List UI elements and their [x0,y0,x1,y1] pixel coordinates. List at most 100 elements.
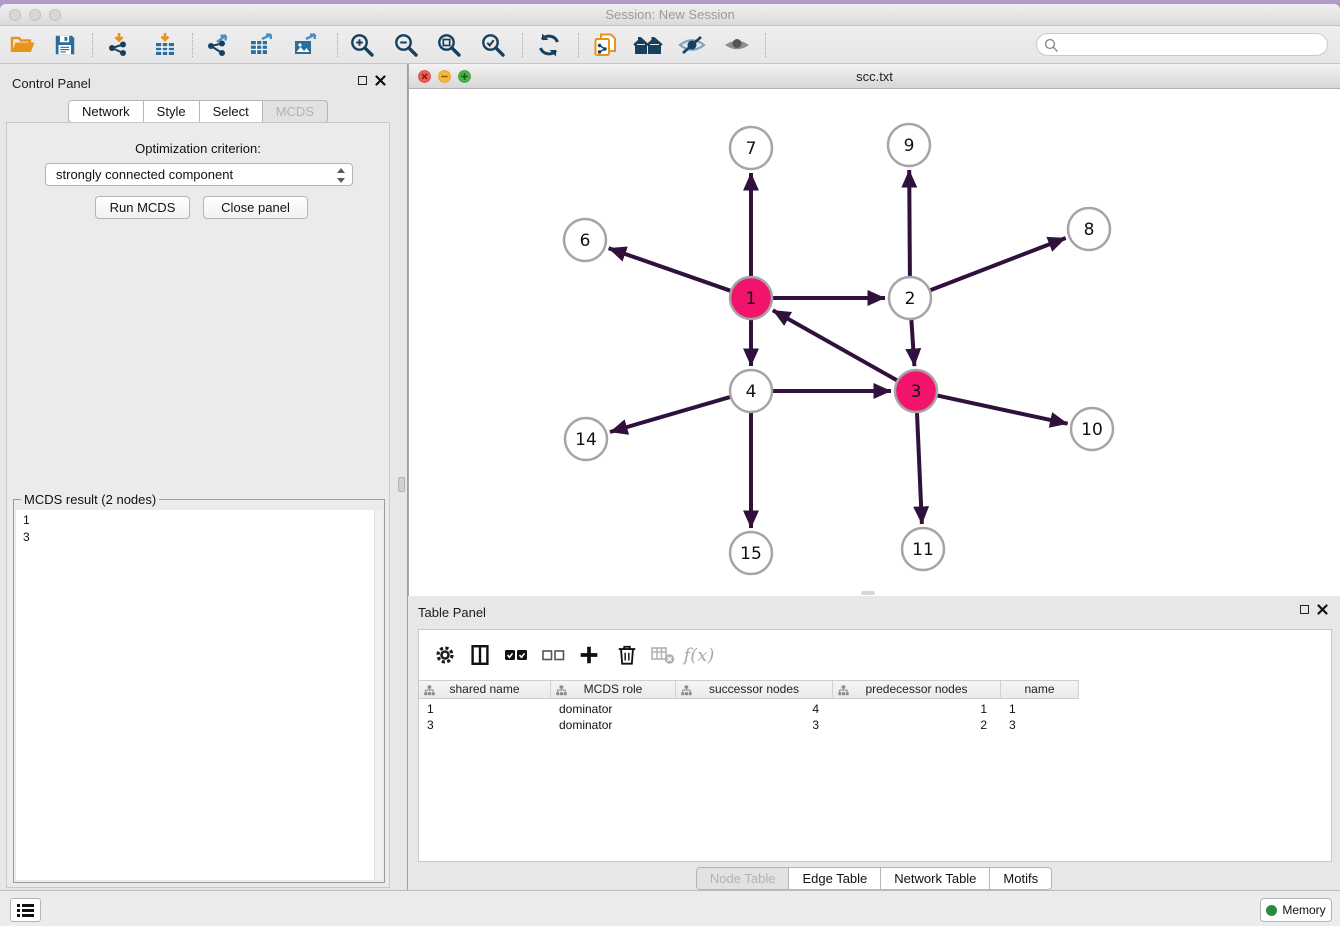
result-scrollbar[interactable] [374,510,382,880]
zoom-out-icon[interactable] [391,31,421,59]
graph-edge-2-8[interactable] [931,238,1066,290]
deselect-all-rows-icon[interactable] [537,639,569,671]
float-panel-icon[interactable] [358,76,367,85]
panel-divider[interactable] [396,64,408,894]
home-layout-icon[interactable] [633,31,663,59]
export-table-icon[interactable] [246,31,276,59]
close-table-panel-icon[interactable] [1317,604,1328,615]
run-mcds-button[interactable]: Run MCDS [95,196,190,219]
optimization-criterion-label: Optimization criterion: [7,141,389,156]
import-table-icon[interactable] [150,31,180,59]
function-builder-icon[interactable]: f(x) [683,639,715,671]
close-panel-icon[interactable] [375,75,386,86]
divider-grip[interactable] [398,477,405,492]
canvas-grip[interactable] [861,591,875,595]
cell-name[interactable]: 1 [1001,701,1079,717]
graph-node-label-9: 9 [904,136,915,156]
memory-status-icon [1266,905,1277,916]
table-row[interactable]: 1 dominator 4 1 1 [419,701,1079,717]
clone-network-icon[interactable] [590,31,620,59]
column-header-mcds-role[interactable]: MCDS role [551,681,676,698]
column-header-predecessor-nodes[interactable]: predecessor nodes [833,681,1001,698]
delete-table-icon[interactable] [647,639,679,671]
zoom-fit-icon[interactable] [434,31,464,59]
tab-edge-table[interactable]: Edge Table [789,867,881,890]
graph-edge-4-14[interactable] [610,397,730,432]
hide-selected-icon[interactable] [677,31,707,59]
search-input[interactable] [1063,35,1318,54]
tab-select[interactable]: Select [200,100,263,123]
zoom-selected-icon[interactable] [478,31,508,59]
export-network-icon[interactable] [203,31,233,59]
save-session-icon[interactable] [50,31,80,59]
cell-mcds-role[interactable]: dominator [551,701,676,717]
cell-shared-name[interactable]: 1 [419,701,551,717]
export-image-icon[interactable] [290,31,320,59]
graph-edge-2-3[interactable] [911,320,914,366]
search-icon [1044,38,1059,53]
table-settings-icon[interactable] [429,639,461,671]
select-chevrons-icon [334,167,348,190]
graph-edge-3-11[interactable] [917,413,922,524]
flag-column-icon [838,685,849,696]
zoom-in-icon[interactable] [347,31,377,59]
column-label: MCDS role [584,682,643,696]
tab-style[interactable]: Style [144,100,200,123]
flag-column-icon [424,685,435,696]
node-table-container: f(x) shared name MCDS role successor nod… [418,629,1332,862]
search-box [1036,33,1328,56]
table-panel-tabs: Node Table Edge Table Network Table Moti… [408,867,1340,890]
graph-edge-1-6[interactable] [609,248,731,291]
fx-label: f(x) [684,645,715,666]
tab-motifs[interactable]: Motifs [990,867,1052,890]
criterion-value: strongly connected component [56,167,233,182]
tab-node-table[interactable]: Node Table [696,867,790,890]
float-table-panel-icon[interactable] [1300,605,1309,614]
window-titlebar: Session: New Session [0,4,1340,26]
column-visibility-icon[interactable] [464,639,496,671]
tab-mcds[interactable]: MCDS [263,100,328,123]
close-panel-button[interactable]: Close panel [203,196,308,219]
graph-node-label-7: 7 [746,139,757,159]
cell-successor-nodes[interactable]: 4 [676,701,833,717]
cell-successor-nodes[interactable]: 3 [676,717,833,733]
result-line: 3 [23,529,382,546]
table-row[interactable]: 3 dominator 3 2 3 [419,717,1079,733]
list-icon [16,903,35,918]
window-title: Session: New Session [0,7,1340,22]
cell-shared-name[interactable]: 3 [419,717,551,733]
cell-predecessor-nodes[interactable]: 1 [833,701,1001,717]
import-network-icon[interactable] [104,31,134,59]
tab-network-table[interactable]: Network Table [881,867,990,890]
cell-name[interactable]: 3 [1001,717,1079,733]
network-window: scc.txt 7968124314101511 [408,64,1340,596]
open-session-icon[interactable] [8,31,38,59]
task-history-button[interactable] [10,898,41,922]
criterion-select[interactable]: strongly connected component [45,163,353,186]
graph-node-label-1: 1 [746,289,757,309]
column-label: shared name [449,682,519,696]
select-all-rows-icon[interactable] [500,639,532,671]
delete-column-icon[interactable] [611,639,643,671]
add-column-icon[interactable] [573,639,605,671]
refresh-layout-icon[interactable] [534,31,564,59]
tab-network[interactable]: Network [68,100,144,123]
graph-node-label-6: 6 [580,231,591,251]
show-all-icon[interactable] [722,31,752,59]
cell-predecessor-nodes[interactable]: 2 [833,717,1001,733]
mcds-result-list[interactable]: 1 3 [16,510,382,880]
app-window: Session: New Session [0,4,1340,926]
network-canvas[interactable]: 7968124314101511 [409,89,1340,595]
flag-column-icon [556,685,567,696]
graph-edge-2-9[interactable] [909,170,910,276]
memory-label: Memory [1282,903,1325,917]
column-header-shared-name[interactable]: shared name [419,681,551,698]
cell-mcds-role[interactable]: dominator [551,717,676,733]
mcds-panel: Optimization criterion: strongly connect… [6,122,390,888]
memory-button[interactable]: Memory [1260,898,1332,922]
graph-edge-3-1[interactable] [773,310,897,380]
network-window-titlebar[interactable]: scc.txt [409,64,1340,89]
column-header-name[interactable]: name [1001,681,1079,698]
graph-edge-3-10[interactable] [938,396,1068,424]
column-header-successor-nodes[interactable]: successor nodes [676,681,833,698]
